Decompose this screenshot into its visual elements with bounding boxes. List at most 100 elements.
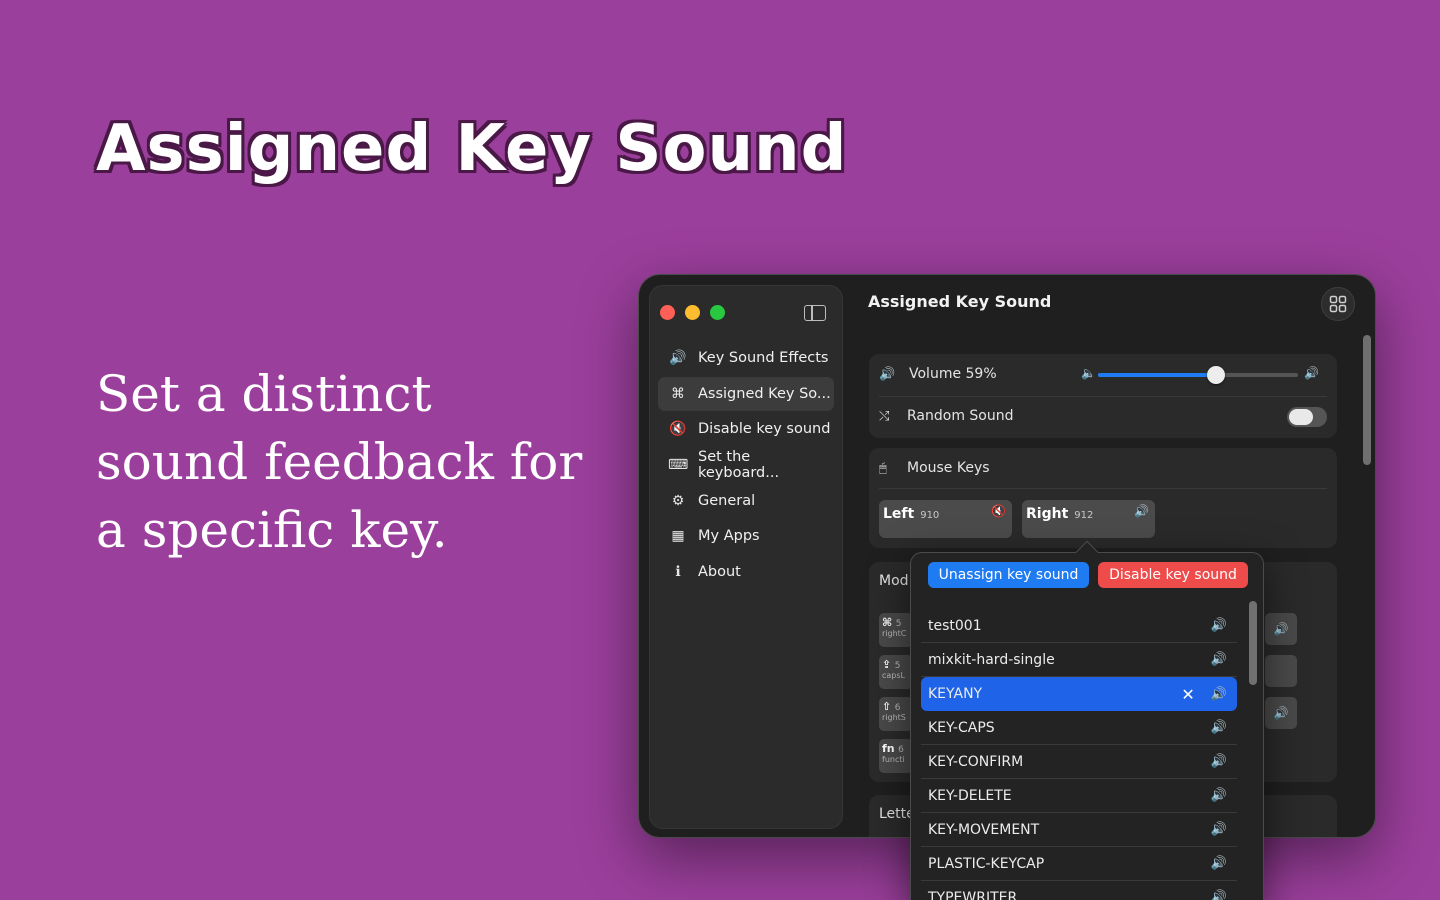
- volume-slider[interactable]: [1098, 366, 1298, 384]
- sidebar-item-label: Set the keyboard...: [698, 449, 780, 482]
- play-sound-icon[interactable]: 🔊: [1211, 754, 1227, 769]
- disable-key-sound-button[interactable]: Disable key sound: [1098, 562, 1248, 588]
- play-sound-icon[interactable]: 🔊: [1211, 720, 1227, 735]
- muted-speaker-icon[interactable]: 🔇: [991, 504, 1006, 518]
- main-scrollbar[interactable]: [1363, 335, 1371, 465]
- close-window-button[interactable]: [660, 305, 675, 320]
- play-sound-icon[interactable]: 🔊: [1211, 618, 1227, 633]
- sidebar-item-info[interactable]: ℹ About: [658, 555, 834, 589]
- clear-icon[interactable]: ✕: [1181, 685, 1194, 704]
- modifier-key-code: 5: [894, 661, 901, 671]
- zoom-window-button[interactable]: [710, 305, 725, 320]
- modifier-key-chip[interactable]: ⇧ 6 rightS: [879, 697, 913, 731]
- modifier-section-label: Mod: [879, 573, 909, 589]
- mute-icon: 🔇: [669, 421, 687, 438]
- mouse-keys-label: Mouse Keys: [907, 460, 990, 476]
- sound-name: KEYANY: [928, 686, 983, 702]
- sound-name: KEY-CAPS: [928, 719, 995, 736]
- play-sound-icon[interactable]: 🔊: [1211, 788, 1227, 803]
- speaker-icon[interactable]: 🔊: [1134, 504, 1149, 518]
- hero-subtitle: Set a distinct sound feedback for a spec…: [96, 365, 583, 559]
- unassign-key-sound-button[interactable]: Unassign key sound: [928, 562, 1089, 588]
- modifier-key-code: 6: [894, 703, 901, 713]
- shuffle-icon: ⤭: [879, 408, 890, 424]
- modifier-speaker-icon[interactable]: 🔊: [1265, 613, 1297, 645]
- random-sound-toggle[interactable]: [1287, 407, 1327, 427]
- volume-panel: 🔊 Volume 59% ⤭ Random Sound: [869, 354, 1337, 438]
- apps-icon: ▦: [671, 528, 685, 545]
- volume-slider-fill: [1098, 373, 1216, 377]
- modifier-key-name: rightC: [882, 629, 907, 638]
- page-title: Assigned Key Sound: [868, 292, 1052, 311]
- sidebar-item-speaker[interactable]: 🔊 Key Sound Effects: [658, 341, 834, 375]
- modifier-key-symbol: ⇪: [882, 658, 892, 671]
- sound-list-item[interactable]: KEY-CONFIRM 🔊: [921, 745, 1237, 779]
- volume-label: Volume 59%: [909, 366, 997, 382]
- command-icon: ⌘: [671, 385, 685, 402]
- sound-list-item[interactable]: KEYANY ✕ 🔊: [921, 677, 1237, 711]
- grid-view-button[interactable]: [1321, 287, 1355, 321]
- volume-max-icon: 🔊: [1304, 366, 1319, 380]
- modifier-key-code: 5: [895, 619, 902, 629]
- sound-name: KEY-DELETE: [928, 787, 1012, 804]
- modifier-speaker-icon[interactable]: 🔊: [1265, 697, 1297, 729]
- sound-name: TYPEWRITER: [928, 889, 1018, 900]
- sound-list-item[interactable]: PLASTIC-KEYCAP 🔊: [921, 847, 1237, 881]
- info-icon: ℹ: [675, 564, 681, 581]
- mouse-icon: 🖱: [879, 460, 887, 476]
- sidebar-item-apps[interactable]: ▦ My Apps: [658, 519, 834, 553]
- sidebar: 🔊 Key Sound Effects ⌘ Assigned Key So... 🔇 Di…: [649, 285, 843, 829]
- sidebar-nav: 🔊 Key Sound Effects ⌘ Assigned Key So... 🔇 Di…: [658, 341, 834, 591]
- sound-list-item[interactable]: KEY-MOVEMENT 🔊: [921, 813, 1237, 847]
- sidebar-item-gear[interactable]: ⚙ General: [658, 484, 834, 518]
- speaker-icon: 🔊: [879, 366, 896, 382]
- sound-name: mixkit-hard-single: [928, 651, 1055, 668]
- grid-icon: [1329, 295, 1347, 313]
- sound-picker-popover: Unassign key sound Disable key sound tes…: [910, 540, 1264, 900]
- hero-title: Assigned Key Sound: [96, 112, 848, 186]
- random-sound-label: Random Sound: [907, 408, 1014, 424]
- sound-list-item[interactable]: mixkit-hard-single 🔊: [921, 643, 1237, 677]
- modifier-key-chip[interactable]: ⌘ 5 rightC: [879, 613, 913, 647]
- sound-name: KEY-MOVEMENT: [928, 821, 1040, 838]
- sidebar-toggle-icon[interactable]: [804, 305, 826, 321]
- modifier-key-symbol: ⇧: [882, 700, 892, 713]
- sidebar-item-keyboard[interactable]: ⌨ Set the keyboard...: [658, 448, 834, 482]
- sound-list-item[interactable]: KEY-CAPS 🔊: [921, 711, 1237, 745]
- volume-min-icon: 🔈: [1081, 366, 1096, 380]
- volume-slider-knob[interactable]: [1207, 366, 1225, 384]
- sound-list: test001 🔊 mixkit-hard-single 🔊 KEYANY ✕ 🔊 KEY-C…: [921, 609, 1237, 900]
- minimize-window-button[interactable]: [685, 305, 700, 320]
- play-sound-icon[interactable]: 🔊: [1211, 890, 1227, 900]
- modifier-key-name: rightS: [882, 713, 906, 722]
- sound-list-item[interactable]: test001 🔊: [921, 609, 1237, 643]
- sidebar-item-label: General: [698, 492, 756, 509]
- sidebar-item-label: Key Sound Effects: [698, 350, 829, 366]
- speaker-icon: 🔊: [669, 350, 687, 366]
- sidebar-item-mute[interactable]: 🔇 Disable key sound: [658, 412, 834, 446]
- window-controls: [660, 305, 725, 320]
- sound-list-item[interactable]: KEY-DELETE 🔊: [921, 779, 1237, 813]
- sidebar-item-label: Disable key sound: [698, 421, 831, 438]
- play-sound-icon[interactable]: 🔊: [1211, 822, 1227, 837]
- modifier-key-chip[interactable]: fn 6 functi: [879, 739, 913, 773]
- gear-icon: ⚙: [671, 492, 685, 509]
- sidebar-item-label: My Apps: [698, 528, 760, 545]
- sidebar-item-label: About: [698, 564, 741, 581]
- modifier-key-name: capsL: [882, 671, 906, 680]
- sidebar-item-command[interactable]: ⌘ Assigned Key So...: [658, 376, 834, 411]
- sound-name: test001: [928, 617, 982, 634]
- popover-scrollbar[interactable]: [1249, 601, 1257, 685]
- play-sound-icon[interactable]: 🔊: [1211, 687, 1227, 702]
- modifier-key-symbol: ⌘: [882, 616, 893, 629]
- modifier-key-name: functi: [882, 755, 905, 764]
- modifier-key-chip[interactable]: ⇪ 5 capsL: [879, 655, 913, 689]
- play-sound-icon[interactable]: 🔊: [1211, 652, 1227, 667]
- sound-list-item[interactable]: TYPEWRITER 🔊: [921, 881, 1237, 900]
- modifier-key-symbol: fn: [882, 742, 895, 755]
- modifier-empty-slot: [1265, 655, 1297, 687]
- play-sound-icon[interactable]: 🔊: [1211, 856, 1227, 871]
- mouse-left-key[interactable]: Left 910 🔇: [879, 500, 1012, 538]
- mouse-right-key[interactable]: Right 912 🔊: [1022, 500, 1155, 538]
- sound-name: KEY-CONFIRM: [928, 753, 1024, 770]
